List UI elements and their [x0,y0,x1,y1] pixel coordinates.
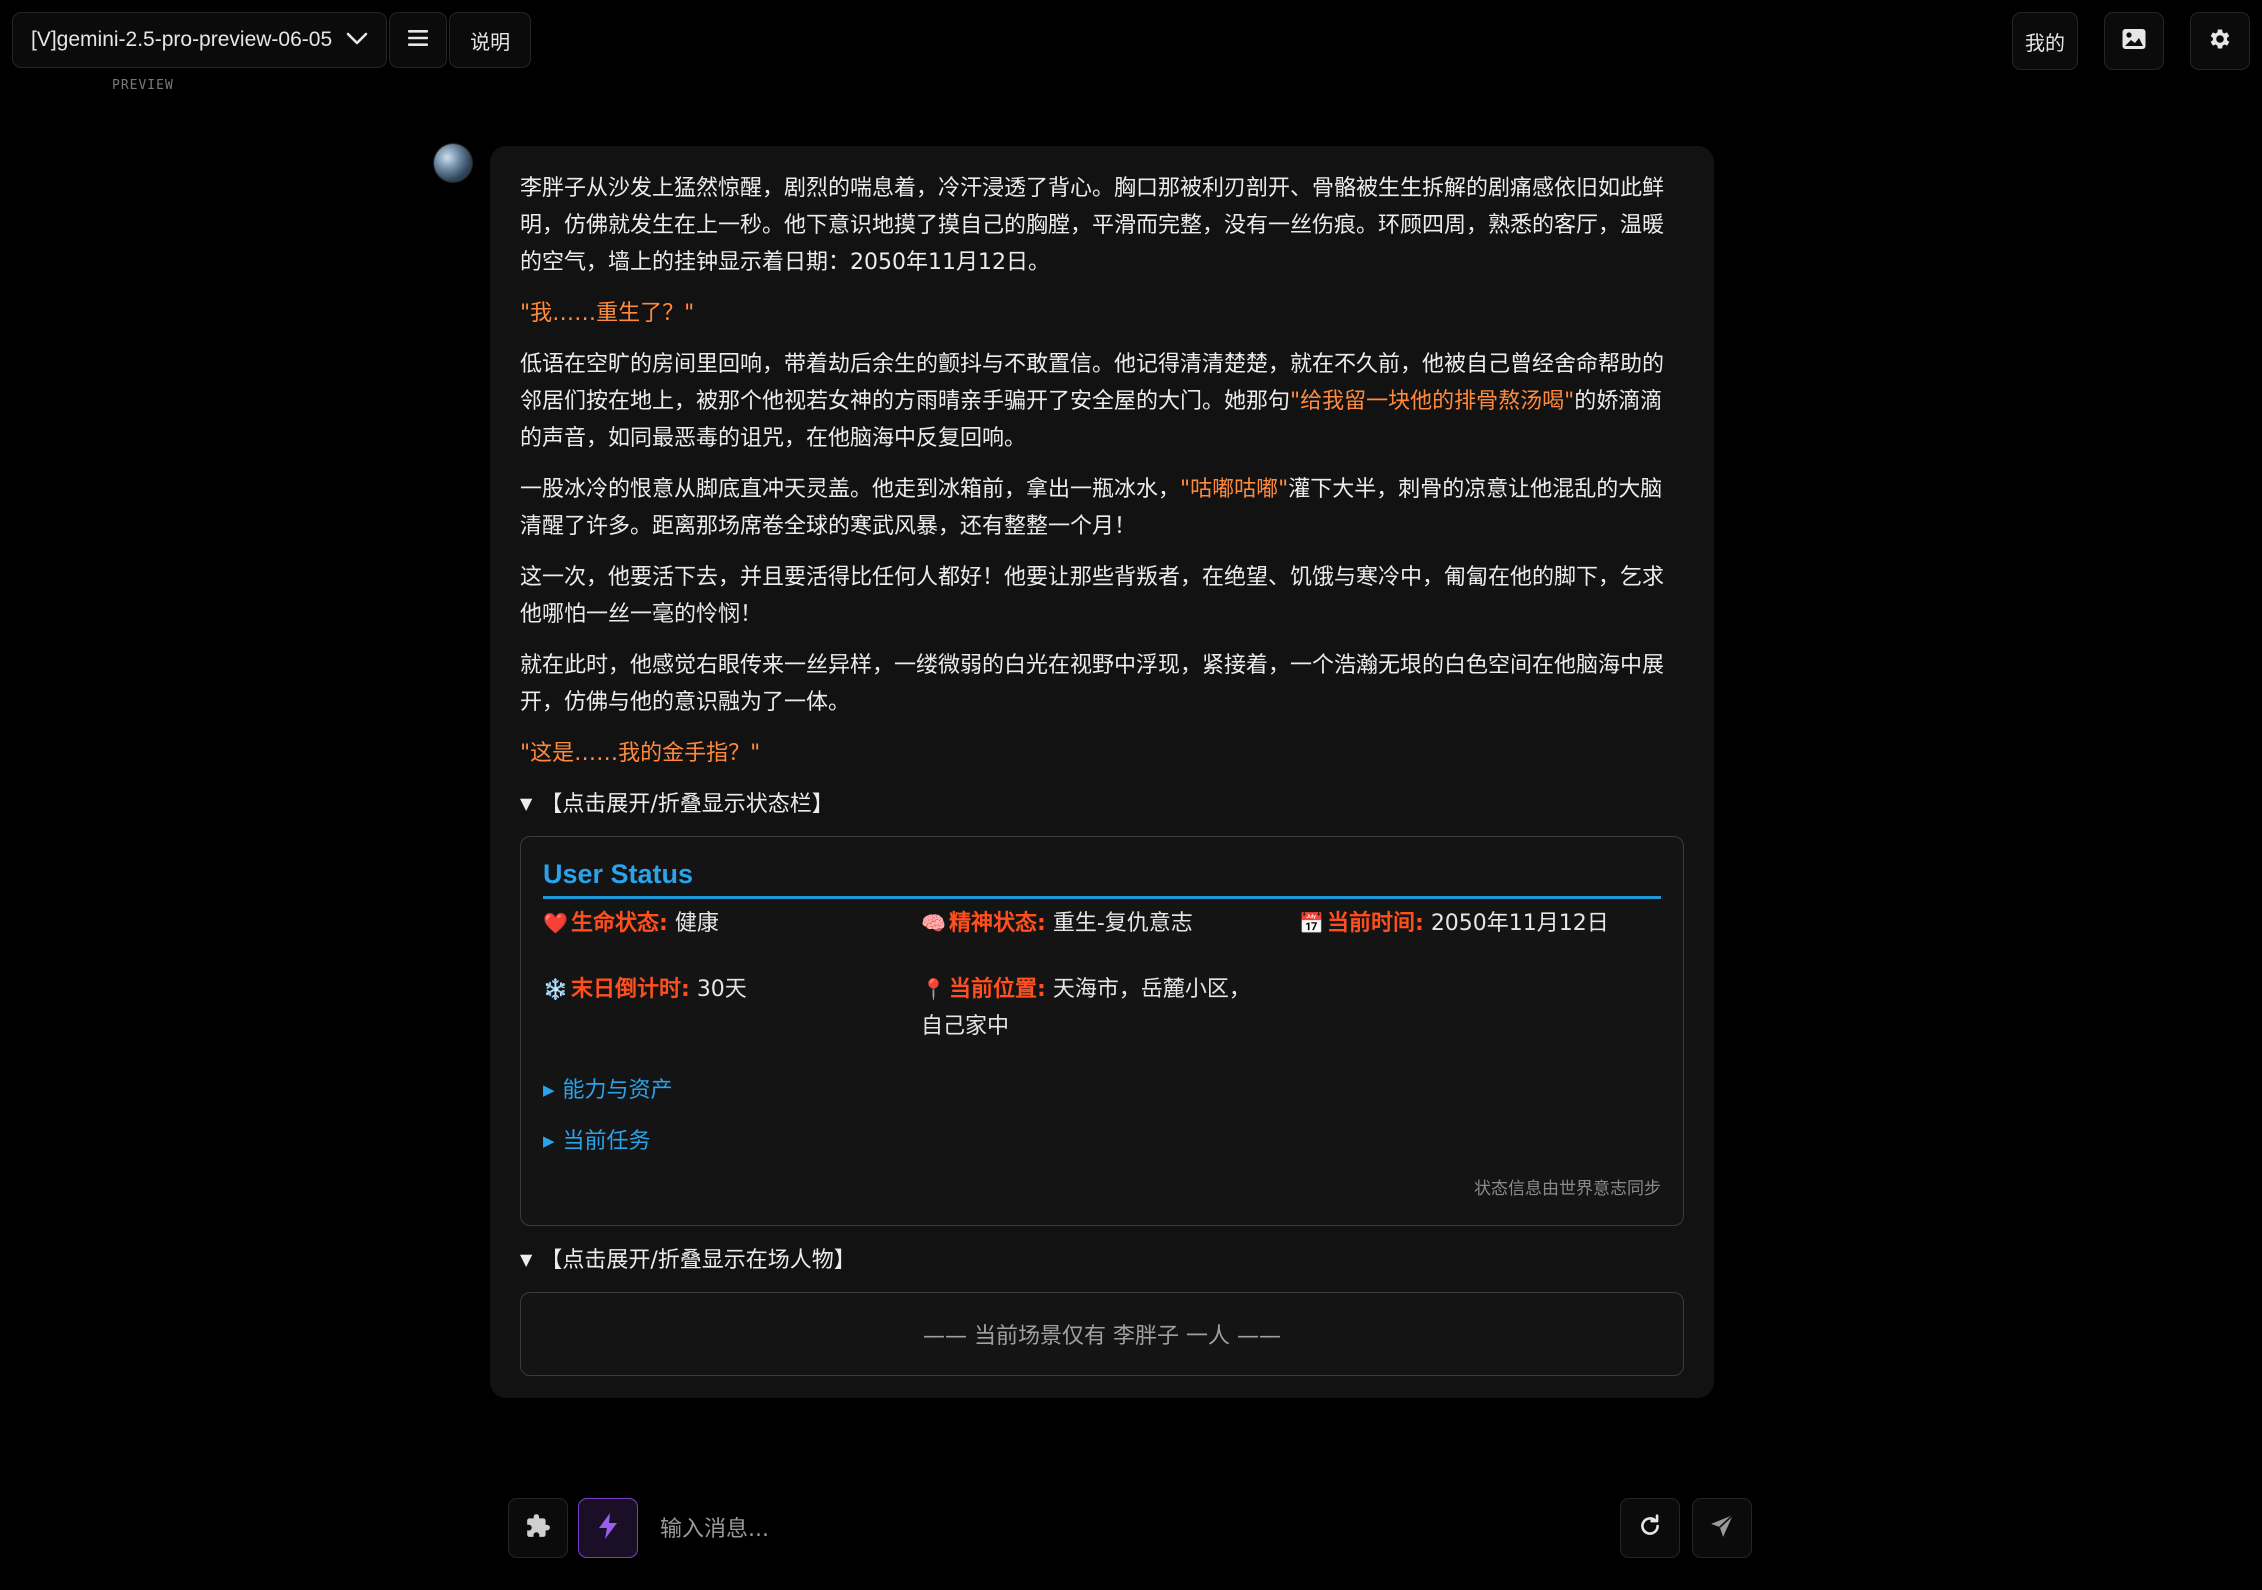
status-countdown: ❄️ 末日倒计时: 30天 [543,971,921,1045]
sync-note: 状态信息由世界意志同步 [1474,1179,1661,1199]
narration-text: 一股冰冷的恨意从脚底直冲天灵盖。他走到冰箱前，拿出一瓶冰水， [520,477,1181,502]
send-icon [1709,1513,1735,1543]
mine-button[interactable]: 我的 [2012,12,2078,70]
puzzle-icon [525,1513,551,1543]
message-paragraph: "我……重生了？" [520,295,1684,332]
plugin-button[interactable] [508,1498,568,1558]
settings-button[interactable] [2190,12,2250,70]
regenerate-button[interactable] [1620,1498,1680,1558]
message-paragraph: 低语在空旷的房间里回响，带着劫后余生的颤抖与不敢置信。他记得清清楚楚，就在不久前… [520,346,1684,457]
message-paragraph: 一股冰冷的恨意从脚底直冲天灵盖。他走到冰箱前，拿出一瓶冰水，"咕嘟咕嘟"灌下大半… [520,471,1684,545]
status-time: 📅 当前时间: 2050年11月12日 [1299,905,1639,971]
top-toolbar: [V]gemini-2.5-pro-preview-06-05 说明 [12,12,532,72]
tasks-toggle-label: 当前任务 [562,1129,651,1154]
status-toggle[interactable]: ▼ 【点击展开/折叠显示状态栏】 [520,786,1684,824]
status-location: 📍 当前位置: 天海市，岳麓小区，自己家中 [921,971,1261,1045]
status-mind: 🧠 精神状态: 重生-复仇意志 [921,905,1299,971]
tasks-toggle[interactable]: ▶ 当前任务 [543,1124,1661,1161]
status-value: 30天 [696,977,747,1002]
gear-icon [2207,26,2233,56]
message-paragraph: "这是……我的金手指？" [520,735,1684,772]
send-button[interactable] [1692,1498,1752,1558]
snowflake-icon: ❄️ [543,977,568,1001]
status-label: 精神状态: [949,911,1046,936]
narration-text: 这一次，他要活下去，并且要活得比任何人都好！他要让那些背叛者，在绝望、饥饿与寒冷… [520,565,1665,627]
menu-button[interactable] [389,12,448,68]
status-life: ❤️ 生命状态: 健康 [543,905,921,971]
status-label: 当前时间: [1327,911,1424,936]
triangle-right-icon: ▶ [543,1132,555,1150]
narration-text: 就在此时，他感觉右眼传来一丝异样，一缕微弱的白光在视野中浮现，紧接着，一个浩瀚无… [520,653,1665,715]
scene-characters-card: —— 当前场景仅有 李胖子 一人 —— [520,1292,1684,1376]
characters-toggle-label: 【点击展开/折叠显示在场人物】 [540,1248,856,1273]
status-toggle-label: 【点击展开/折叠显示状态栏】 [540,792,834,817]
message-input[interactable] [658,1498,1122,1560]
message-paragraph: 就在此时，他感觉右眼传来一丝异样，一缕微弱的白光在视野中浮现，紧接着，一个浩瀚无… [520,647,1684,721]
dialogue-quote: "这是……我的金手指？" [520,741,761,766]
dialogue-quote: "咕嘟咕嘟" [1180,477,1289,502]
heart-icon: ❤️ [543,911,568,935]
hamburger-icon [407,28,429,52]
image-button[interactable] [2104,12,2164,70]
triangle-down-icon: ▼ [520,1250,533,1269]
model-selector[interactable]: [V]gemini-2.5-pro-preview-06-05 [12,12,388,68]
calendar-icon: 📅 [1299,911,1324,935]
message-body: 李胖子从沙发上猛然惊醒，剧烈的喘息着，冷汗浸透了背心。胸口那被利刃剖开、骨骼被生… [520,170,1684,772]
input-bar [508,1498,1752,1560]
user-status-card: User Status ❤️ 生命状态: 健康 🧠 精神状态: 重生-复仇意志 📅 当… [520,836,1684,1226]
status-value: 2050年11月12日 [1430,911,1609,936]
status-grid: ❤️ 生命状态: 健康 🧠 精神状态: 重生-复仇意志 📅 当前时间: 2050年11… [543,905,1661,1045]
pin-icon: 📍 [921,977,946,1001]
brain-icon: 🧠 [921,911,946,935]
status-label: 生命状态: [571,911,668,936]
narration-text: 李胖子从沙发上猛然惊醒，剧烈的喘息着，冷汗浸透了背心。胸口那被利刃剖开、骨骼被生… [520,176,1665,275]
triangle-right-icon: ▶ [543,1081,555,1099]
status-label: 当前位置: [949,977,1046,1002]
triangle-down-icon: ▼ [520,794,533,813]
refresh-icon [1637,1513,1663,1543]
status-label: 末日倒计时: [571,977,690,1002]
status-value: 健康 [674,911,719,936]
message-paragraph: 李胖子从沙发上猛然惊醒，剧烈的喘息着，冷汗浸透了背心。胸口那被利刃剖开、骨骼被生… [520,170,1684,281]
chevron-down-icon [346,28,368,52]
assistant-message: 李胖子从沙发上猛然惊醒，剧烈的喘息着，冷汗浸透了背心。胸口那被利刃剖开、骨骼被生… [490,146,1714,1398]
model-label: [V]gemini-2.5-pro-preview-06-05 [31,28,333,51]
preview-tag: PREVIEW [112,78,174,93]
status-value: 重生-复仇意志 [1052,911,1193,936]
scene-note: —— 当前场景仅有 李胖子 一人 —— [923,1324,1281,1349]
quick-action-button[interactable] [578,1498,638,1558]
dialogue-quote: "给我留一块他的排骨熬汤喝" [1290,389,1575,414]
abilities-toggle[interactable]: ▶ 能力与资产 [543,1073,1661,1110]
characters-toggle[interactable]: ▼ 【点击展开/折叠显示在场人物】 [520,1242,1684,1280]
image-icon [2121,27,2147,55]
dialogue-quote: "我……重生了？" [520,301,695,326]
lightning-icon [597,1512,619,1544]
message-paragraph: 这一次，他要活下去，并且要活得比任何人都好！他要让那些背叛者，在绝望、饥饿与寒冷… [520,559,1684,633]
assistant-avatar [434,144,472,182]
abilities-toggle-label: 能力与资产 [562,1078,673,1103]
status-title: User Status [543,859,1661,899]
top-right-actions: 我的 [2012,12,2250,70]
help-button[interactable]: 说明 [449,12,532,68]
